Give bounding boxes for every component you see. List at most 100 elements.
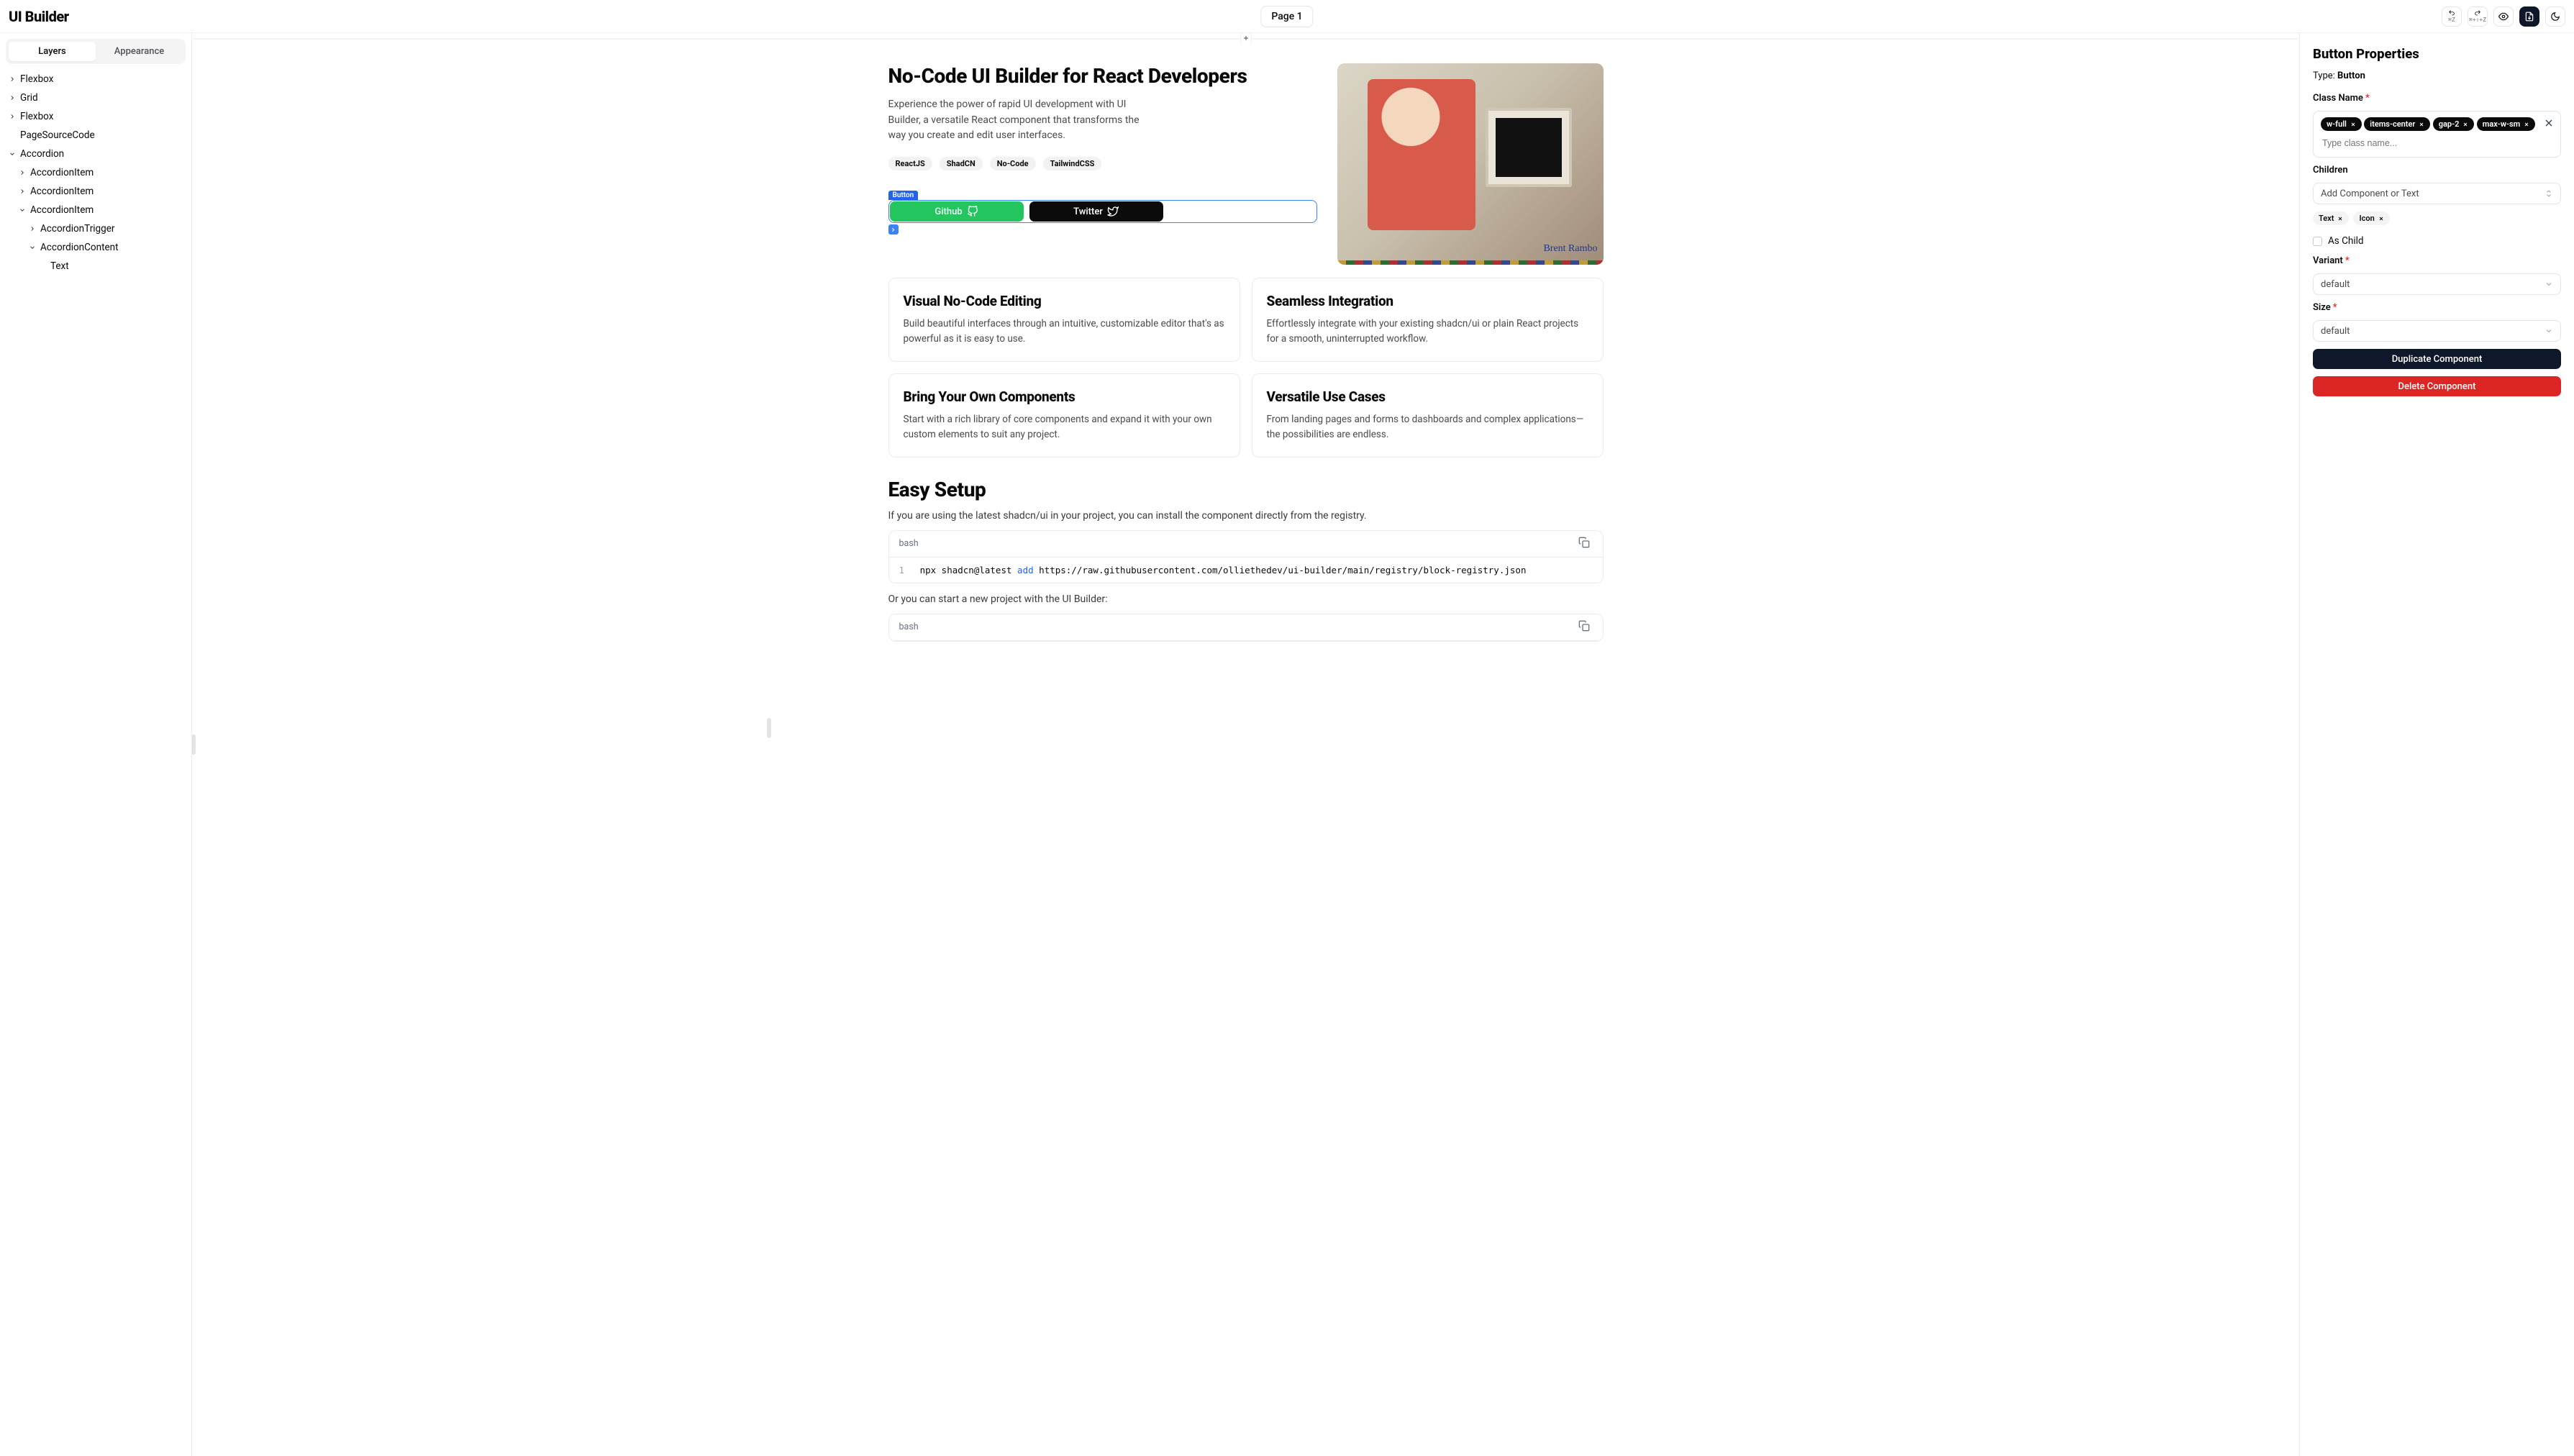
children-label: Children	[2313, 165, 2561, 176]
app-title: UI Builder	[9, 8, 69, 25]
undo-button[interactable]: ⌘Z	[2442, 6, 2462, 27]
card-body: Build beautiful interfaces through an in…	[904, 317, 1225, 347]
spacer	[7, 130, 17, 140]
export-button[interactable]	[2519, 6, 2539, 27]
tree-row[interactable]: PageSourceCode	[0, 126, 191, 145]
layers-tab[interactable]: Layers	[9, 42, 96, 61]
clear-classes-button[interactable]	[2543, 117, 2555, 129]
image-signature: Brent Rambo	[1543, 243, 1597, 255]
child-chip[interactable]: Icon	[2353, 211, 2389, 225]
tree-label: Grid	[20, 92, 38, 104]
delete-component-button[interactable]: Delete Component	[2313, 376, 2561, 396]
appearance-tab[interactable]: Appearance	[96, 42, 183, 61]
page-selector[interactable]: Page 1	[1260, 6, 1313, 27]
size-label: Size*	[2313, 302, 2561, 313]
tree-row[interactable]: Flexbox	[0, 107, 191, 126]
selection-handle[interactable]	[888, 224, 899, 235]
hero-subtext: Experience the power of rapid UI develop…	[888, 97, 1147, 144]
feature-card: Bring Your Own Components Start with a ri…	[888, 373, 1240, 458]
twitter-button[interactable]: Twitter	[1029, 201, 1163, 222]
class-chip[interactable]: items-center	[2364, 117, 2430, 131]
canvas-scroll[interactable]: No-Code UI Builder for React Developers …	[192, 43, 2299, 1456]
twitter-icon	[1107, 206, 1119, 217]
layers-tree[interactable]: FlexboxGridFlexboxPageSourceCodeAccordio…	[0, 70, 191, 1456]
chevron-down-icon[interactable]	[17, 205, 27, 215]
chevron-down-icon	[2545, 280, 2553, 288]
children-select[interactable]: Add Component or Text	[2313, 183, 2561, 204]
tree-label: AccordionItem	[30, 167, 94, 178]
add-section-button[interactable]	[1240, 33, 1252, 44]
remove-icon[interactable]	[2524, 122, 2529, 127]
chevron-right-icon[interactable]	[17, 168, 27, 178]
github-icon	[967, 206, 978, 217]
github-button-label: Github	[934, 206, 962, 217]
codeblock-lang: bash	[899, 538, 919, 549]
chevron-down-icon[interactable]	[7, 149, 17, 159]
card-title: Bring Your Own Components	[904, 388, 1225, 405]
remove-icon[interactable]	[2337, 216, 2343, 222]
twitter-button-label: Twitter	[1073, 206, 1103, 217]
selected-layer-tag: Button	[888, 191, 919, 200]
child-chip[interactable]: Text	[2313, 211, 2349, 225]
preview-button[interactable]	[2493, 6, 2514, 27]
spacer	[37, 261, 47, 271]
copy-button[interactable]	[1578, 537, 1593, 551]
chevron-updown-icon	[2545, 189, 2553, 198]
chevron-down-icon	[2545, 327, 2553, 335]
class-name-input[interactable]: w-full items-center gap-2 max-w-sm	[2313, 111, 2561, 158]
tree-label: AccordionItem	[30, 204, 94, 216]
tree-row[interactable]: Text	[0, 257, 191, 276]
tree-label: AccordionItem	[30, 186, 94, 197]
remove-icon[interactable]	[2419, 122, 2424, 127]
hero-heading: No-Code UI Builder for React Developers	[888, 63, 1317, 88]
variant-select[interactable]: default	[2313, 273, 2561, 295]
class-chip[interactable]: gap-2	[2433, 117, 2475, 131]
tree-label: AccordionTrigger	[40, 223, 114, 235]
feature-card: Seamless Integration Effortlessly integra…	[1252, 278, 1604, 362]
setup-heading: Easy Setup	[888, 478, 1604, 501]
redo-button[interactable]: ⌘+⇧+Z	[2468, 6, 2488, 27]
as-child-checkbox[interactable]	[2313, 237, 2322, 246]
tech-badge: No-Code	[990, 157, 1036, 170]
card-title: Versatile Use Cases	[1267, 388, 1588, 405]
tree-row[interactable]: Flexbox	[0, 70, 191, 88]
chevron-right-icon[interactable]	[7, 112, 17, 122]
size-select[interactable]: default	[2313, 320, 2561, 342]
remove-icon[interactable]	[2350, 122, 2356, 127]
feature-card: Visual No-Code Editing Build beautiful in…	[888, 278, 1240, 362]
tree-label: AccordionContent	[40, 242, 119, 253]
tree-row[interactable]: Grid	[0, 88, 191, 107]
card-title: Seamless Integration	[1267, 293, 1588, 309]
theme-toggle[interactable]	[2545, 6, 2565, 27]
resize-handle-right[interactable]	[767, 718, 771, 738]
remove-icon[interactable]	[2462, 122, 2468, 127]
tech-badge: ReactJS	[888, 157, 932, 170]
github-button[interactable]: Github	[890, 201, 1024, 222]
class-name-textinput[interactable]	[2321, 135, 2553, 151]
tree-label: Flexbox	[20, 73, 53, 85]
class-chip[interactable]: w-full	[2321, 117, 2362, 131]
remove-icon[interactable]	[2378, 216, 2384, 222]
tree-row[interactable]: Accordion	[0, 145, 191, 163]
tree-row[interactable]: AccordionItem	[0, 163, 191, 182]
chevron-right-icon[interactable]	[7, 93, 17, 103]
card-body: Effortlessly integrate with your existin…	[1267, 317, 1588, 347]
chevron-right-icon[interactable]	[7, 74, 17, 84]
variant-label: Variant*	[2313, 255, 2561, 266]
chevron-down-icon[interactable]	[27, 242, 37, 252]
tech-badge: ShadCN	[940, 157, 983, 170]
duplicate-component-button[interactable]: Duplicate Component	[2313, 349, 2561, 369]
tree-row[interactable]: AccordionTrigger	[0, 219, 191, 238]
class-chip[interactable]: max-w-sm	[2477, 117, 2535, 131]
card-title: Visual No-Code Editing	[904, 293, 1225, 309]
properties-title: Button Properties	[2313, 46, 2561, 62]
copy-button[interactable]	[1578, 620, 1593, 634]
tree-row[interactable]: AccordionItem	[0, 201, 191, 219]
card-body: Start with a rich library of core compon…	[904, 412, 1225, 442]
chevron-right-icon[interactable]	[27, 224, 37, 234]
tree-row[interactable]: AccordionItem	[0, 182, 191, 201]
undo-shortcut: ⌘Z	[2448, 17, 2455, 23]
redo-shortcut: ⌘+⇧+Z	[2469, 17, 2486, 23]
tree-row[interactable]: AccordionContent	[0, 238, 191, 257]
chevron-right-icon[interactable]	[17, 186, 27, 196]
